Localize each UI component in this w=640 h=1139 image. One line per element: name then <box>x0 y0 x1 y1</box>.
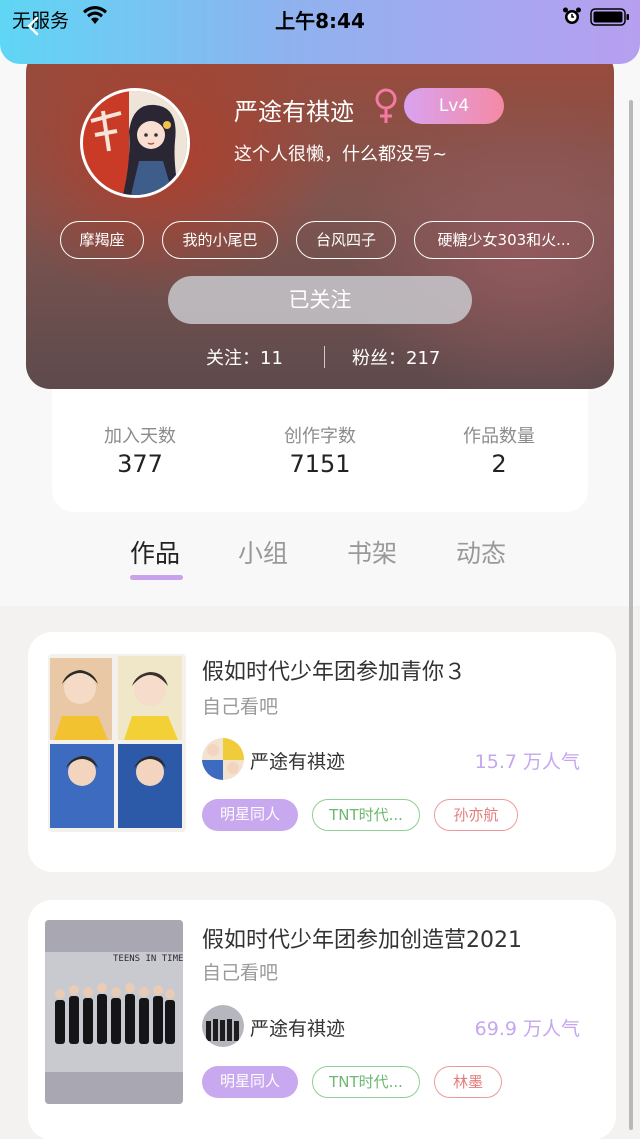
work-card[interactable]: 假如时代少年团参加青你３ 自己看吧 严途有祺迹 15.7 万人气 明星同人 TN… <box>28 632 616 872</box>
author-avatar[interactable] <box>202 1005 244 1047</box>
back-arrow-icon[interactable] <box>26 16 40 36</box>
work-tag[interactable]: 明星同人 <box>202 1066 298 1098</box>
stat-value: 2 <box>491 450 507 478</box>
stat-label: 加入天数 <box>104 426 176 447</box>
work-tag[interactable]: 明星同人 <box>202 799 298 831</box>
status-bar: 无服务 上午8:44 <box>0 0 640 64</box>
follow-stats: 关注：11 粉丝：217 <box>26 344 614 370</box>
work-title[interactable]: 假如时代少年团参加创造营2021 <box>202 922 522 954</box>
work-subtitle: 自己看吧 <box>202 962 279 984</box>
work-tag[interactable]: 孙亦航 <box>434 799 518 831</box>
user-avatar[interactable] <box>80 88 190 198</box>
cover-collage-icon <box>50 656 182 828</box>
work-card[interactable]: TEENS IN TIMES 假如时代少年团参加创造营2021 自己看吧 严途有… <box>28 900 616 1139</box>
content-tabs: 作品 小组 书架 动态 <box>0 530 640 590</box>
author-avatar-icon <box>202 1005 244 1047</box>
stats-divider <box>324 346 325 368</box>
stat-value: 377 <box>117 450 163 478</box>
following-stat[interactable]: 关注：11 <box>206 344 283 370</box>
following-label: 关注： <box>206 348 260 369</box>
profile-tag[interactable]: 台风四子 <box>296 221 396 259</box>
profile-card: 严途有祺迹 Lv4 这个人很懒，什么都没写~ 摩羯座 我的小尾巴 台风四子 硬糖… <box>26 48 614 389</box>
profile-tag[interactable]: 摩羯座 <box>60 221 144 259</box>
profile-tag[interactable]: 硬糖少女303和火... <box>414 221 594 259</box>
active-tab-indicator <box>130 575 183 580</box>
work-cover-image: TEENS IN TIMES <box>45 920 183 1104</box>
cover-caption: TEENS IN TIMES <box>113 954 183 964</box>
following-count: 11 <box>260 348 283 369</box>
popularity-count: 15.7 万人气 <box>474 751 580 773</box>
work-tag[interactable]: 林墨 <box>434 1066 502 1098</box>
fans-label: 粉丝： <box>352 348 406 369</box>
popularity-count: 69.9 万人气 <box>474 1018 580 1040</box>
creator-stats-card: 加入天数 377 创作字数 7151 作品数量 2 <box>52 380 588 512</box>
female-gender-icon <box>375 88 397 123</box>
follow-button[interactable]: 已关注 <box>168 276 472 324</box>
work-title[interactable]: 假如时代少年团参加青你３ <box>202 654 466 686</box>
profile-tags: 摩羯座 我的小尾巴 台风四子 硬糖少女303和火... <box>60 221 600 259</box>
tab-works[interactable]: 作品 <box>130 534 180 570</box>
work-cover-image <box>48 654 186 832</box>
user-bio: 这个人很懒，什么都没写~ <box>234 144 448 165</box>
alarm-icon <box>563 7 581 24</box>
author-name[interactable]: 严途有祺迹 <box>250 747 345 774</box>
work-subtitle: 自己看吧 <box>202 696 279 718</box>
stat-label: 作品数量 <box>463 426 535 447</box>
tab-activity[interactable]: 动态 <box>456 534 506 570</box>
cover-group-photo-icon <box>45 920 183 1104</box>
author-avatar-icon <box>202 738 244 780</box>
profile-tag[interactable]: 我的小尾巴 <box>162 221 278 259</box>
level-badge: Lv4 <box>404 88 504 124</box>
stat-value: 7151 <box>289 450 351 478</box>
username: 严途有祺迹 <box>234 98 354 126</box>
author-name[interactable]: 严途有祺迹 <box>250 1014 345 1041</box>
tab-groups[interactable]: 小组 <box>238 534 288 570</box>
battery-icon <box>590 8 629 26</box>
work-tag[interactable]: TNT时代... <box>312 799 420 831</box>
stat-works-count: 作品数量 2 <box>419 422 579 478</box>
stat-word-count: 创作字数 7151 <box>240 422 400 478</box>
scrollbar[interactable] <box>629 100 633 1130</box>
clock: 上午8:44 <box>275 9 365 33</box>
work-tag[interactable]: TNT时代... <box>312 1066 420 1098</box>
fans-stat[interactable]: 粉丝：217 <box>352 344 440 370</box>
stat-join-days: 加入天数 377 <box>60 422 220 478</box>
avatar-illustration-icon <box>83 91 187 195</box>
stat-label: 创作字数 <box>284 426 356 447</box>
tab-bookshelf[interactable]: 书架 <box>347 534 397 570</box>
fans-count: 217 <box>406 348 441 369</box>
author-avatar[interactable] <box>202 738 244 780</box>
